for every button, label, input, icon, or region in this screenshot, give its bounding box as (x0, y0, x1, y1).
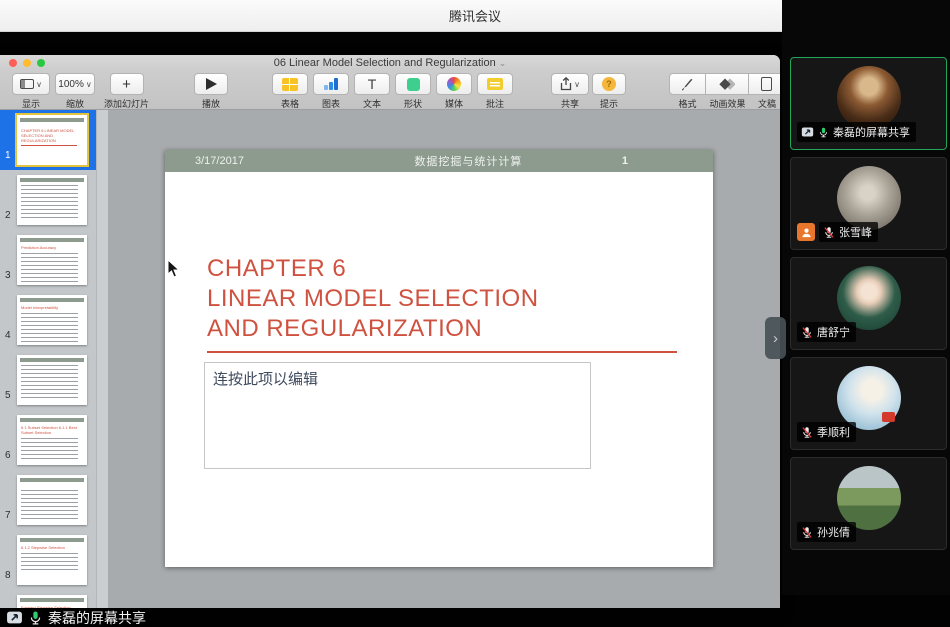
document-button[interactable]: 文稿 (749, 73, 780, 110)
title-underline (207, 351, 677, 353)
participant-name: 秦磊的屏幕共享 (833, 124, 910, 140)
media-button[interactable]: 媒体 (436, 73, 472, 110)
table-button[interactable]: 表格 (272, 73, 308, 110)
slide-thumbnail-3[interactable]: 3 Prediction Accuracy (0, 230, 96, 290)
slide-course-title: 数据挖掘与统计计算 (315, 153, 622, 169)
plus-icon: + (122, 77, 131, 92)
traffic-light-close-icon[interactable] (9, 59, 17, 67)
slide-thumbnail-4[interactable]: 4 Model Interpretability (0, 290, 96, 350)
share-button[interactable]: ∨ 共享 (551, 73, 589, 110)
participant-name: 季顺利 (817, 424, 850, 440)
slide-canvas: 3/17/2017 数据挖掘与统计计算 1 CHAPTER 6 LINEAR M… (108, 110, 780, 608)
avatar (837, 266, 901, 330)
zoom-button[interactable]: 100%∨ 缩放 (55, 73, 95, 110)
participant-name: 张雪峰 (839, 224, 872, 240)
mic-muted-icon (801, 326, 813, 339)
table-icon (282, 78, 298, 91)
participant-tile-2[interactable]: 张雪峰 (790, 157, 947, 250)
participant-tile-4[interactable]: 季顺利 (790, 357, 947, 450)
avatar (837, 366, 901, 430)
participant-tile-5[interactable]: 孙兆倩 (790, 457, 947, 550)
slide-thumbnail-2[interactable]: 2 (0, 170, 96, 230)
tips-icon: ? (602, 77, 616, 91)
view-icon (20, 79, 34, 89)
slide-navigator: 1 CHAPTER 6 LINEAR MODEL SELECTION AND R… (0, 110, 108, 608)
mic-muted-icon (823, 226, 835, 239)
slide-date: 3/17/2017 (195, 155, 315, 167)
slide-thumbnail-9[interactable]: 9 Forward Stepwise Selection (0, 590, 96, 608)
avatar (837, 166, 901, 230)
meeting-title: 腾讯会议 (449, 6, 501, 25)
slide-thumbnail-1[interactable]: 1 CHAPTER 6 LINEAR MODEL SELECTION AND R… (0, 110, 96, 170)
keynote-window: 06 Linear Model Selection and Regulariza… (0, 55, 780, 608)
share-icon (560, 77, 572, 91)
document-icon (761, 77, 772, 91)
shape-icon (407, 78, 420, 91)
keynote-toolbar: ∨ 显示 100%∨ 缩放 + 添加幻灯片 播放 表格 (0, 70, 780, 110)
traffic-light-zoom-icon[interactable] (37, 59, 45, 67)
screen-share-icon (801, 126, 814, 138)
slide-header-bar: 3/17/2017 数据挖掘与统计计算 1 (165, 150, 713, 172)
chart-icon (323, 78, 339, 90)
chart-button[interactable]: 图表 (313, 73, 349, 110)
format-brush-icon (681, 78, 694, 91)
chevron-down-icon: ⌄ (499, 58, 507, 68)
participant-tile-1[interactable]: 秦磊的屏幕共享 (790, 57, 947, 150)
screen-share-banner: 秦磊的屏幕共享 (0, 608, 152, 627)
thumbnail-scrollbar[interactable] (96, 110, 108, 608)
video-panel: 秦磊的屏幕共享 张雪峰 唐舒宁 (782, 0, 950, 595)
mini-slide-header (20, 118, 84, 122)
mic-muted-icon (801, 426, 813, 439)
animate-button[interactable]: 动画效果 (706, 73, 749, 110)
tips-button[interactable]: ? 提示 (592, 73, 626, 110)
media-icon (447, 77, 461, 91)
mic-on-icon (818, 126, 829, 139)
slide-page-number: 1 (622, 155, 628, 167)
add-slide-button[interactable]: + 添加幻灯片 (104, 73, 149, 110)
participant-name: 孙兆倩 (817, 524, 850, 540)
animate-diamond-icon (719, 78, 735, 91)
format-button[interactable]: 格式 (669, 73, 706, 110)
avatar (837, 66, 901, 130)
mic-muted-icon (801, 526, 813, 539)
shape-button[interactable]: 形状 (395, 73, 431, 110)
keynote-titlebar: 06 Linear Model Selection and Regulariza… (0, 55, 780, 70)
document-title[interactable]: 06 Linear Model Selection and Regulariza… (274, 57, 507, 69)
slide-thumbnail-5[interactable]: 5 (0, 350, 96, 410)
video-panel-toggle[interactable]: › (765, 317, 786, 359)
text-button[interactable]: T 文本 (354, 73, 390, 110)
slide-thumbnail-6[interactable]: 6 6.1 Subset Selection 6.1.1 Best Subset… (0, 410, 96, 470)
host-badge-icon (797, 223, 815, 241)
view-button[interactable]: ∨ 显示 (12, 73, 50, 110)
current-slide: 3/17/2017 数据挖掘与统计计算 1 CHAPTER 6 LINEAR M… (165, 150, 713, 567)
screen-share-icon (6, 610, 23, 625)
play-button[interactable]: 播放 (194, 73, 228, 110)
traffic-light-minimize-icon[interactable] (23, 59, 31, 67)
tencent-meeting-window: 腾讯会议 — ❐ ✕ 06 Linear Model Selection and… (0, 0, 950, 627)
avatar (837, 466, 901, 530)
participant-tile-3[interactable]: 唐舒宁 (790, 257, 947, 350)
slide-thumbnail-8[interactable]: 8 6.1.2 Stepwise Selection (0, 530, 96, 590)
comment-icon (487, 78, 503, 90)
slide-title-textbox[interactable]: CHAPTER 6 LINEAR MODEL SELECTION AND REG… (207, 254, 539, 344)
mic-on-icon (28, 610, 43, 626)
text-icon: T (368, 77, 377, 91)
comment-button[interactable]: 批注 (477, 73, 513, 110)
play-icon (206, 78, 217, 90)
screen-share-name: 秦磊的屏幕共享 (48, 608, 146, 627)
slide-thumbnail-7[interactable]: 7 (0, 470, 96, 530)
participant-name: 唐舒宁 (817, 324, 850, 340)
body-placeholder-textbox[interactable]: 连按此项以编辑 (204, 362, 591, 469)
slide-number: 1 (5, 150, 11, 161)
